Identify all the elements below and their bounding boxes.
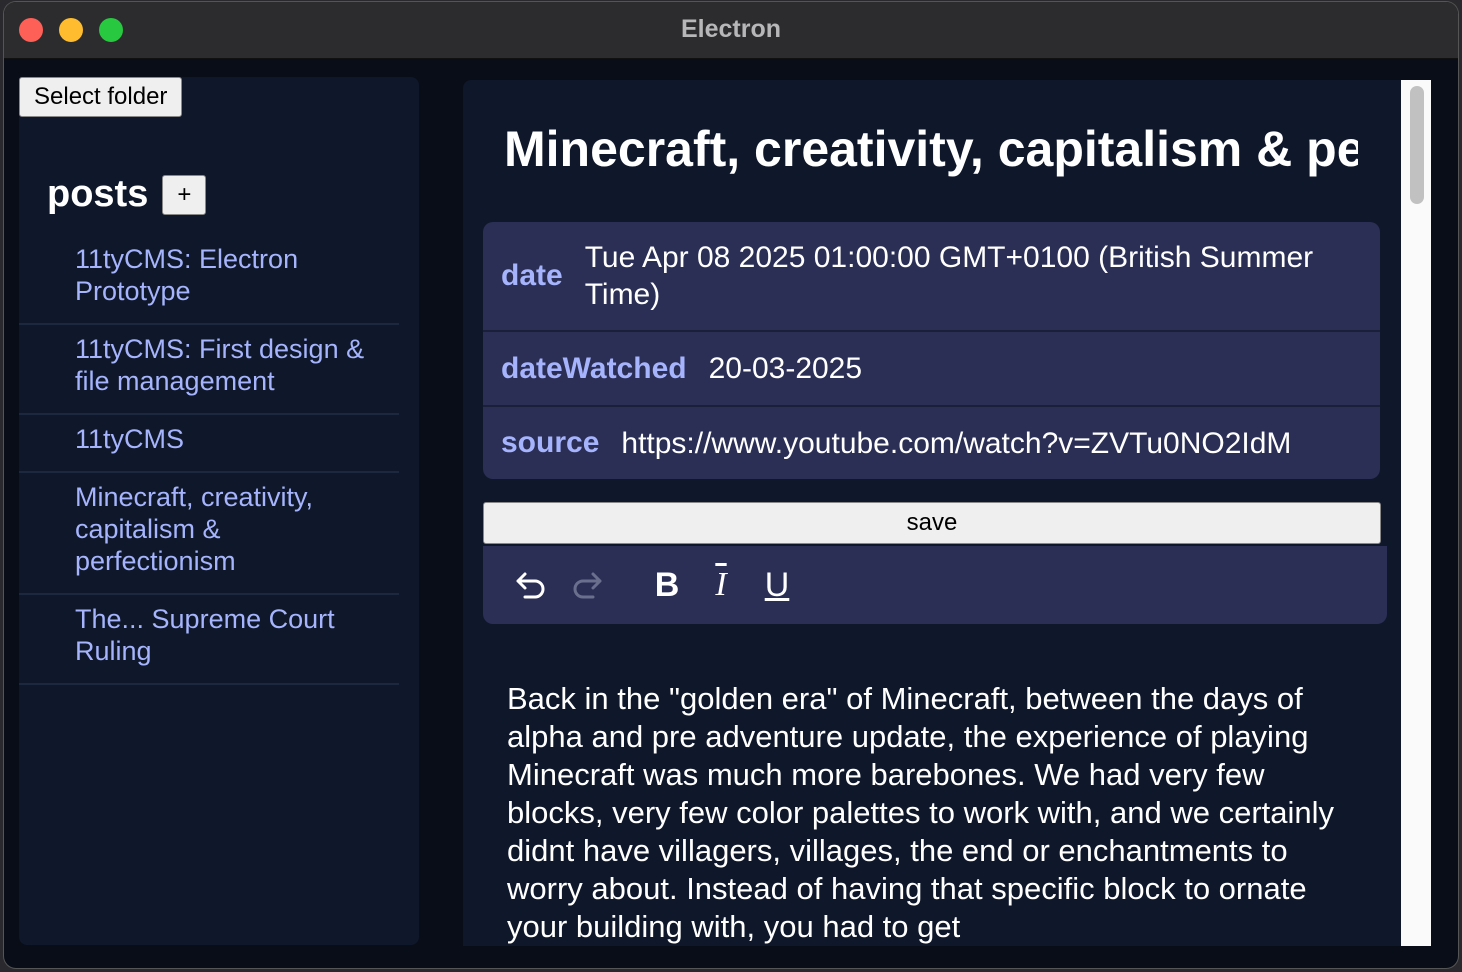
scrollbar-thumb[interactable] xyxy=(1410,86,1424,204)
bold-button[interactable]: B xyxy=(651,566,683,604)
italic-button[interactable]: I xyxy=(705,566,737,604)
editor-toolbar: B I U xyxy=(483,546,1387,624)
select-folder-button[interactable]: Select folder xyxy=(19,77,183,117)
undo-icon-svg xyxy=(516,572,545,599)
editor-panel: Minecraft, creativity, capitalism & perf… xyxy=(463,80,1401,946)
post-list-item[interactable]: 11tyCMS: First design & file management xyxy=(19,325,399,415)
frontmatter-table: date Tue Apr 08 2025 01:00:00 GMT+0100 (… xyxy=(483,222,1380,479)
meta-value[interactable]: Tue Apr 08 2025 01:00:00 GMT+0100 (Briti… xyxy=(585,239,1362,313)
post-list-item[interactable]: The... Supreme Court Ruling xyxy=(19,595,399,685)
underline-button[interactable]: U xyxy=(761,566,793,604)
meta-key: dateWatched xyxy=(501,351,687,385)
editor-scrollbar[interactable] xyxy=(1401,80,1431,946)
post-list-item[interactable]: 11tyCMS: Electron Prototype xyxy=(19,235,399,325)
redo-icon[interactable] xyxy=(569,566,605,604)
redo-icon-svg xyxy=(573,572,602,599)
post-list-item[interactable]: Minecraft, creativity, capitalism & perf… xyxy=(19,473,399,595)
meta-value[interactable]: 20-03-2025 xyxy=(709,350,862,387)
posts-title: posts xyxy=(47,173,149,215)
meta-key: source xyxy=(501,426,600,459)
undo-icon[interactable] xyxy=(513,566,549,604)
save-button[interactable]: save xyxy=(483,502,1381,544)
window-title: Electron xyxy=(680,15,782,43)
post-list: 11tyCMS: Electron Prototype 11tyCMS: Fir… xyxy=(19,235,399,685)
post-title: Minecraft, creativity, capitalism & perf… xyxy=(504,121,1358,177)
sidebar: Select folder posts + 11tyCMS: Electron … xyxy=(19,77,419,945)
meta-row-datewatched: dateWatched 20-03-2025 xyxy=(483,332,1380,407)
post-list-item[interactable]: 11tyCMS xyxy=(19,415,399,473)
meta-value[interactable]: https://www.youtube.com/watch?v=ZVTu0NO2… xyxy=(621,425,1291,462)
meta-row-source: source https://www.youtube.com/watch?v=Z… xyxy=(483,407,1380,479)
posts-header: posts + xyxy=(47,173,207,216)
meta-row-date: date Tue Apr 08 2025 01:00:00 GMT+0100 (… xyxy=(483,222,1380,332)
title-bar: Electron xyxy=(4,2,1458,59)
add-post-button[interactable]: + xyxy=(162,174,207,215)
meta-key: date xyxy=(501,259,563,292)
post-body[interactable]: Back in the "golden era" of Minecraft, b… xyxy=(507,680,1357,946)
